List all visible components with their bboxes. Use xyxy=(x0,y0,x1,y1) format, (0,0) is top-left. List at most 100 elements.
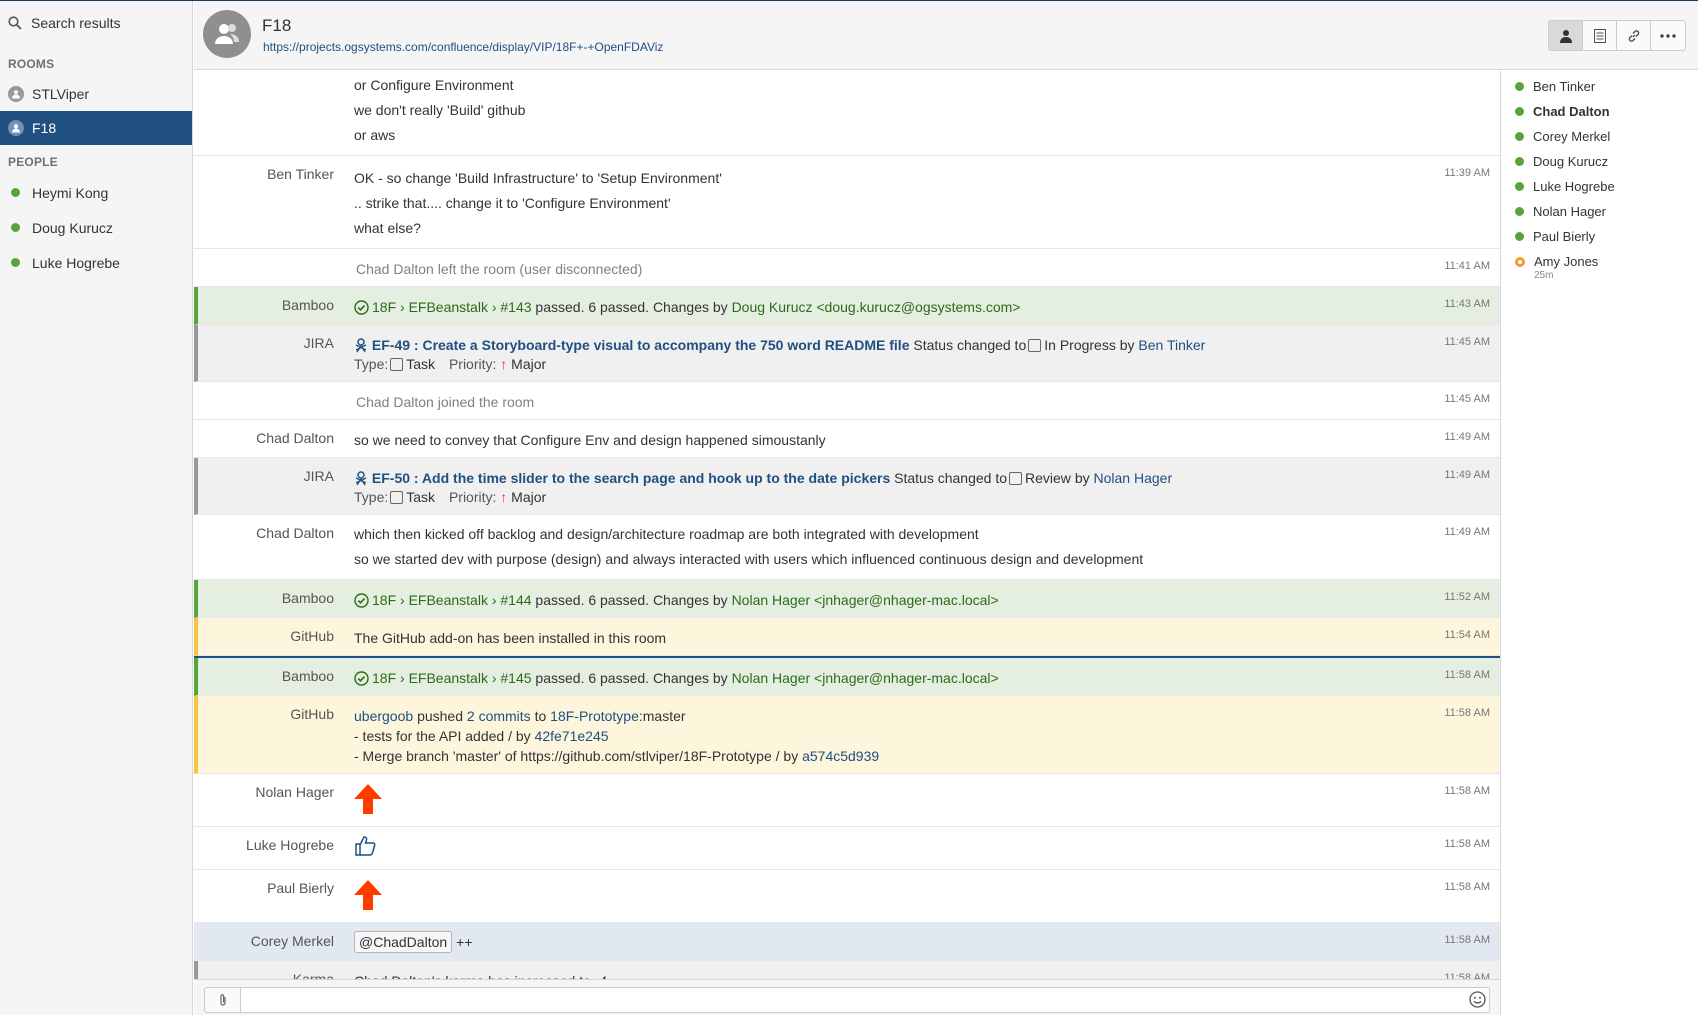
online-status-icon xyxy=(1515,157,1524,166)
search-label: Search results xyxy=(31,15,121,31)
message-sender[interactable]: JIRA xyxy=(198,325,334,381)
author-link[interactable]: Doug Kurucz <doug.kurucz@ogsystems.com> xyxy=(732,299,1021,315)
message-sender[interactable]: Chad Dalton xyxy=(194,420,334,457)
message-time: 11:49 AM xyxy=(1444,526,1490,538)
roster-item-corey-merkel[interactable]: Corey Merkel xyxy=(1501,124,1698,149)
message-time: 11:45 AM xyxy=(1444,393,1490,405)
online-status-icon xyxy=(1515,232,1524,241)
message-input[interactable] xyxy=(240,987,1490,1013)
message-sender[interactable]: GitHub xyxy=(198,618,334,655)
bamboo-message: Bamboo 18F › EFBeanstalk › #144 passed. … xyxy=(194,580,1500,618)
room-roster: Ben Tinker Chad Dalton Corey Merkel Doug… xyxy=(1500,71,1698,1015)
mention-message: Corey Merkel @ChadDalton ++ 11:58 AM xyxy=(194,923,1500,961)
message-body: The GitHub add-on has been installed in … xyxy=(354,630,667,646)
message-body: EF-50 : Add the time slider to the searc… xyxy=(354,470,1173,505)
message-time: 11:39 AM xyxy=(1444,167,1490,179)
message-sender[interactable]: Paul Bierly xyxy=(194,870,334,922)
message-sender[interactable]: Corey Merkel xyxy=(194,923,334,960)
message-time: 11:52 AM xyxy=(1444,591,1490,603)
repo-link[interactable]: 18F-Prototype xyxy=(550,708,639,724)
person-item-heymi-kong[interactable]: Heymi Kong xyxy=(0,175,192,210)
github-message: GitHub ubergoob pushed 2 commits to 18F-… xyxy=(194,696,1500,774)
roster-name: Nolan Hager xyxy=(1533,204,1606,219)
arrow-up-icon xyxy=(354,880,382,910)
jira-issue-link[interactable]: EF-49 : Create a Storyboard-type visual … xyxy=(372,337,910,353)
story-icon xyxy=(355,338,367,353)
message-body: or Configure Environment we don't really… xyxy=(354,77,526,143)
smiley-icon xyxy=(1469,991,1486,1008)
jira-issue-link[interactable]: EF-50 : Add the time slider to the searc… xyxy=(372,470,890,486)
rooms-heading: ROOMS xyxy=(8,57,55,71)
online-status-icon xyxy=(11,188,20,197)
chat-log[interactable]: or Configure Environment we don't really… xyxy=(194,71,1500,979)
roster-item-nolan-hager[interactable]: Nolan Hager xyxy=(1501,199,1698,224)
roster-name: Paul Bierly xyxy=(1533,229,1596,244)
priority-up-icon: ↑ xyxy=(500,356,508,372)
priority-up-icon: ↑ xyxy=(500,489,508,505)
message-sender[interactable]: Bamboo xyxy=(198,658,334,695)
more-icon xyxy=(1660,33,1676,38)
message-block: Ben Tinker OK - so change 'Build Infrast… xyxy=(194,156,1500,249)
message-sender[interactable]: Karma xyxy=(198,961,334,979)
roster-item-luke-hogrebe[interactable]: Luke Hogrebe xyxy=(1501,174,1698,199)
roster-item-amy-jones[interactable]: Amy Jones 25m xyxy=(1501,249,1698,285)
author-link[interactable]: Nolan Hager <jnhager@nhager-mac.local> xyxy=(732,670,999,686)
roster-name: Ben Tinker xyxy=(1533,79,1596,94)
commit-hash-link[interactable]: a574c5d939 xyxy=(802,748,879,764)
roster-item-doug-kurucz[interactable]: Doug Kurucz xyxy=(1501,149,1698,174)
search-results-link[interactable]: Search results xyxy=(0,1,192,45)
message-time: 11:58 AM xyxy=(1444,838,1490,850)
message-block: Nolan Hager 11:58 AM xyxy=(194,774,1500,827)
links-button[interactable] xyxy=(1617,21,1651,50)
message-sender[interactable]: Bamboo xyxy=(198,287,334,324)
message-sender[interactable]: Ben Tinker xyxy=(194,156,334,248)
message-block: Luke Hogrebe 11:58 AM xyxy=(194,827,1500,870)
message-time: 11:54 AM xyxy=(1444,629,1490,641)
room-topic-link[interactable]: https://projects.ogsystems.com/confluenc… xyxy=(263,40,663,54)
message-body: 18F › EFBeanstalk › #144 passed. 6 passe… xyxy=(334,580,1410,617)
commit-hash-link[interactable]: 42fe71e245 xyxy=(535,728,609,744)
commits-link[interactable]: 2 commits xyxy=(467,708,531,724)
roster-item-paul-bierly[interactable]: Paul Bierly xyxy=(1501,224,1698,249)
jira-message: JIRA EF-49 : Create a Storyboard-type vi… xyxy=(194,325,1500,382)
sidebar: Search results ROOMS STLViper F18 PEOPLE… xyxy=(0,1,193,1015)
message-sender[interactable]: Nolan Hager xyxy=(194,774,334,826)
user-link[interactable]: Nolan Hager xyxy=(1094,470,1173,486)
message-body: 18F › EFBeanstalk › #145 passed. 6 passe… xyxy=(334,658,1410,695)
transcript-button[interactable] xyxy=(1583,21,1617,50)
emoticon-button[interactable] xyxy=(1469,991,1486,1011)
online-status-icon xyxy=(1515,107,1524,116)
person-item-doug-kurucz[interactable]: Doug Kurucz xyxy=(0,210,192,245)
message-sender[interactable]: Bamboo xyxy=(198,580,334,617)
roster-name: Chad Dalton xyxy=(1533,104,1610,119)
bamboo-message: Bamboo 18F › EFBeanstalk › #145 passed. … xyxy=(194,658,1500,696)
people-button[interactable] xyxy=(1549,21,1583,50)
build-link[interactable]: 18F › EFBeanstalk › #143 xyxy=(372,299,532,315)
roster-item-ben-tinker[interactable]: Ben Tinker xyxy=(1501,74,1698,99)
message-body: Chad Dalton's karma has increased to -4. xyxy=(334,961,1410,979)
message-sender[interactable]: JIRA xyxy=(198,458,334,514)
build-link[interactable]: 18F › EFBeanstalk › #144 xyxy=(372,592,532,608)
person-item-luke-hogrebe[interactable]: Luke Hogrebe xyxy=(0,245,192,280)
mention-tag[interactable]: @ChadDalton xyxy=(354,931,453,953)
user-link[interactable]: Ben Tinker xyxy=(1138,337,1205,353)
attach-button[interactable] xyxy=(204,987,240,1013)
room-title: F18 xyxy=(262,16,292,35)
room-item-stlviper[interactable]: STLViper xyxy=(0,77,192,111)
message-time: 11:58 AM xyxy=(1444,669,1490,681)
message-block: Paul Bierly 11:58 AM xyxy=(194,870,1500,923)
room-label: STLViper xyxy=(32,86,90,102)
roster-item-chad-dalton[interactable]: Chad Dalton xyxy=(1501,99,1698,124)
roster-name: Luke Hogrebe xyxy=(1533,179,1615,194)
message-body: Chad Dalton joined the room xyxy=(356,394,535,410)
message-sender[interactable]: GitHub xyxy=(198,696,334,773)
build-link[interactable]: 18F › EFBeanstalk › #145 xyxy=(372,670,532,686)
message-sender[interactable]: Luke Hogrebe xyxy=(194,827,334,869)
story-icon xyxy=(355,471,367,486)
author-link[interactable]: Nolan Hager <jnhager@nhager-mac.local> xyxy=(732,592,999,608)
message-time: 11:49 AM xyxy=(1444,469,1490,481)
user-link[interactable]: ubergoob xyxy=(354,708,413,724)
more-button[interactable] xyxy=(1651,21,1685,50)
room-item-f18[interactable]: F18 xyxy=(0,111,192,145)
message-sender[interactable]: Chad Dalton xyxy=(194,515,334,579)
